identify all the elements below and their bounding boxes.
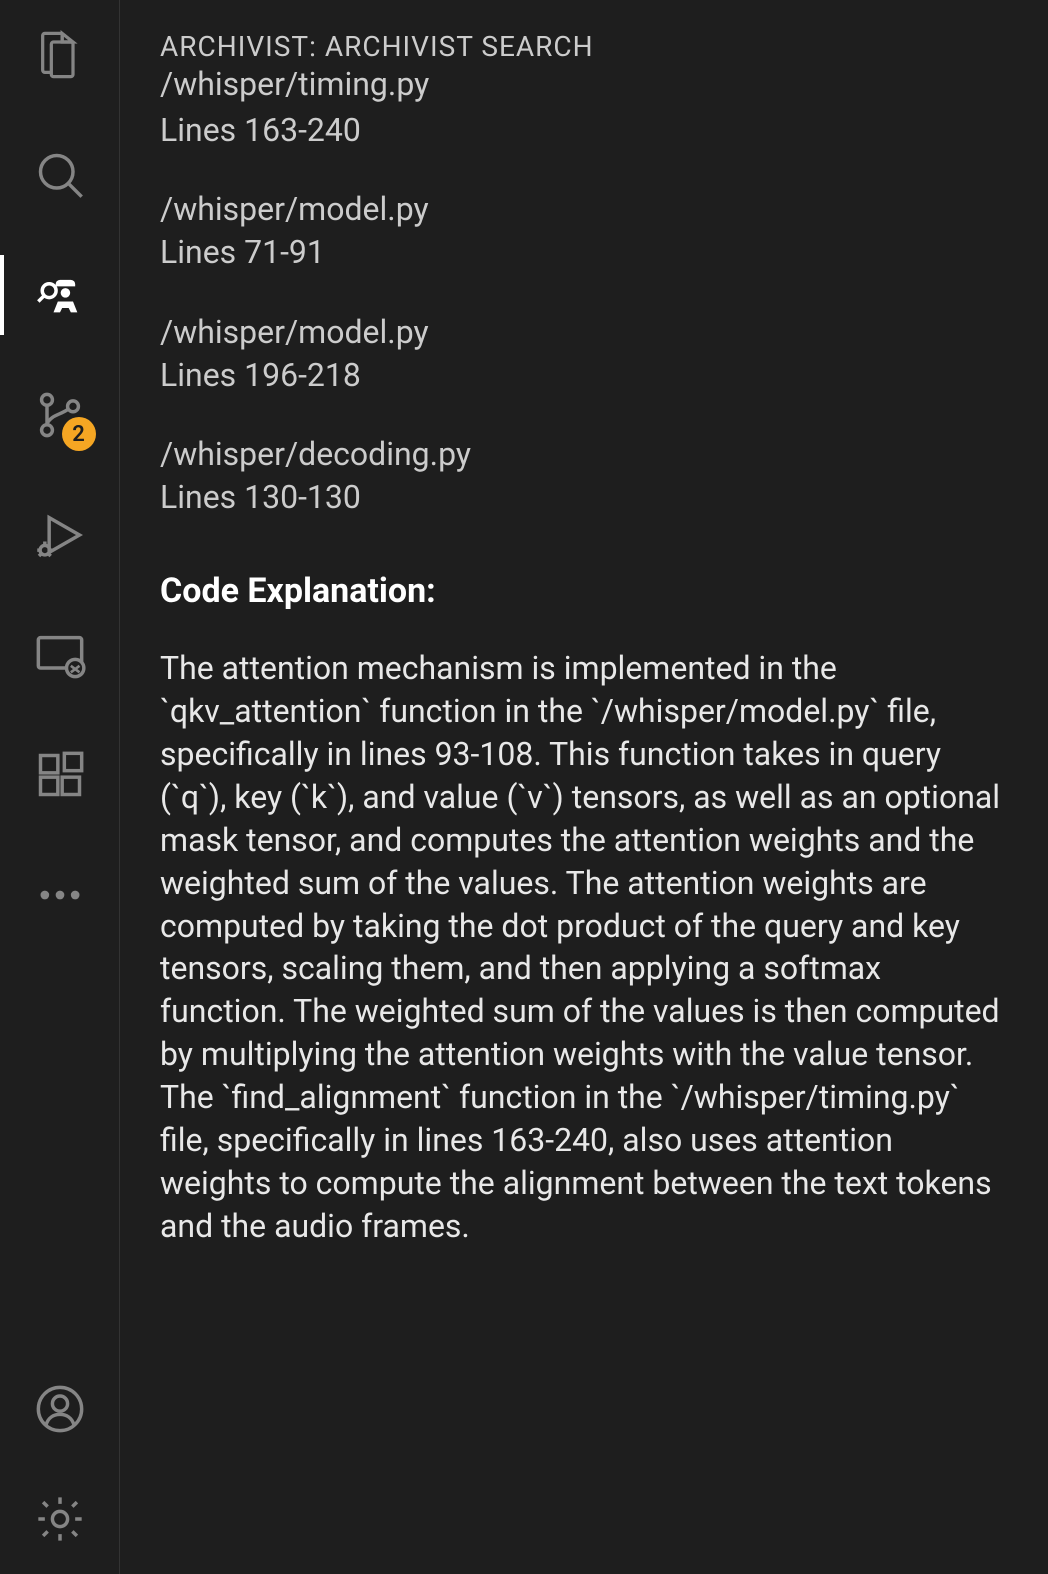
archivist-search-panel: ARCHIVIST: ARCHIVIST SEARCH /whisper/tim…: [120, 0, 1048, 1574]
search-result[interactable]: /whisper/decoding.py Lines 130-130: [160, 433, 1003, 519]
file-path: /whisper/timing.py: [160, 65, 1003, 103]
extensions-icon[interactable]: [30, 745, 90, 805]
file-path: /whisper/model.py: [160, 188, 1003, 231]
activity-bar-bottom: [30, 1379, 90, 1549]
activity-bar: 2: [0, 0, 120, 1574]
overflow-icon[interactable]: [30, 865, 90, 925]
search-result[interactable]: /whisper/model.py Lines 71-91: [160, 188, 1003, 274]
source-control-badge: 2: [62, 417, 96, 451]
file-path: /whisper/model.py: [160, 311, 1003, 354]
search-icon[interactable]: [30, 145, 90, 205]
line-range: Lines 163-240: [160, 109, 1003, 152]
remote-explorer-icon[interactable]: [30, 625, 90, 685]
line-range: Lines 71-91: [160, 231, 1003, 274]
file-path: /whisper/decoding.py: [160, 433, 1003, 476]
accounts-icon[interactable]: [30, 1379, 90, 1439]
code-explanation-header: Code Explanation:: [160, 571, 1003, 611]
code-explanation-body: The attention mechanism is implemented i…: [160, 647, 1003, 1247]
archivist-icon[interactable]: [30, 265, 90, 325]
panel-title: ARCHIVIST: ARCHIVIST SEARCH: [160, 30, 1003, 63]
search-result[interactable]: /whisper/model.py Lines 196-218: [160, 311, 1003, 397]
line-range: Lines 130-130: [160, 476, 1003, 519]
explorer-icon[interactable]: [30, 25, 90, 85]
line-range: Lines 196-218: [160, 354, 1003, 397]
run-debug-icon[interactable]: [30, 505, 90, 565]
search-result-truncated[interactable]: /whisper/timing.py Lines 163-240: [160, 83, 1003, 152]
settings-gear-icon[interactable]: [30, 1489, 90, 1549]
source-control-icon[interactable]: 2: [30, 385, 90, 445]
